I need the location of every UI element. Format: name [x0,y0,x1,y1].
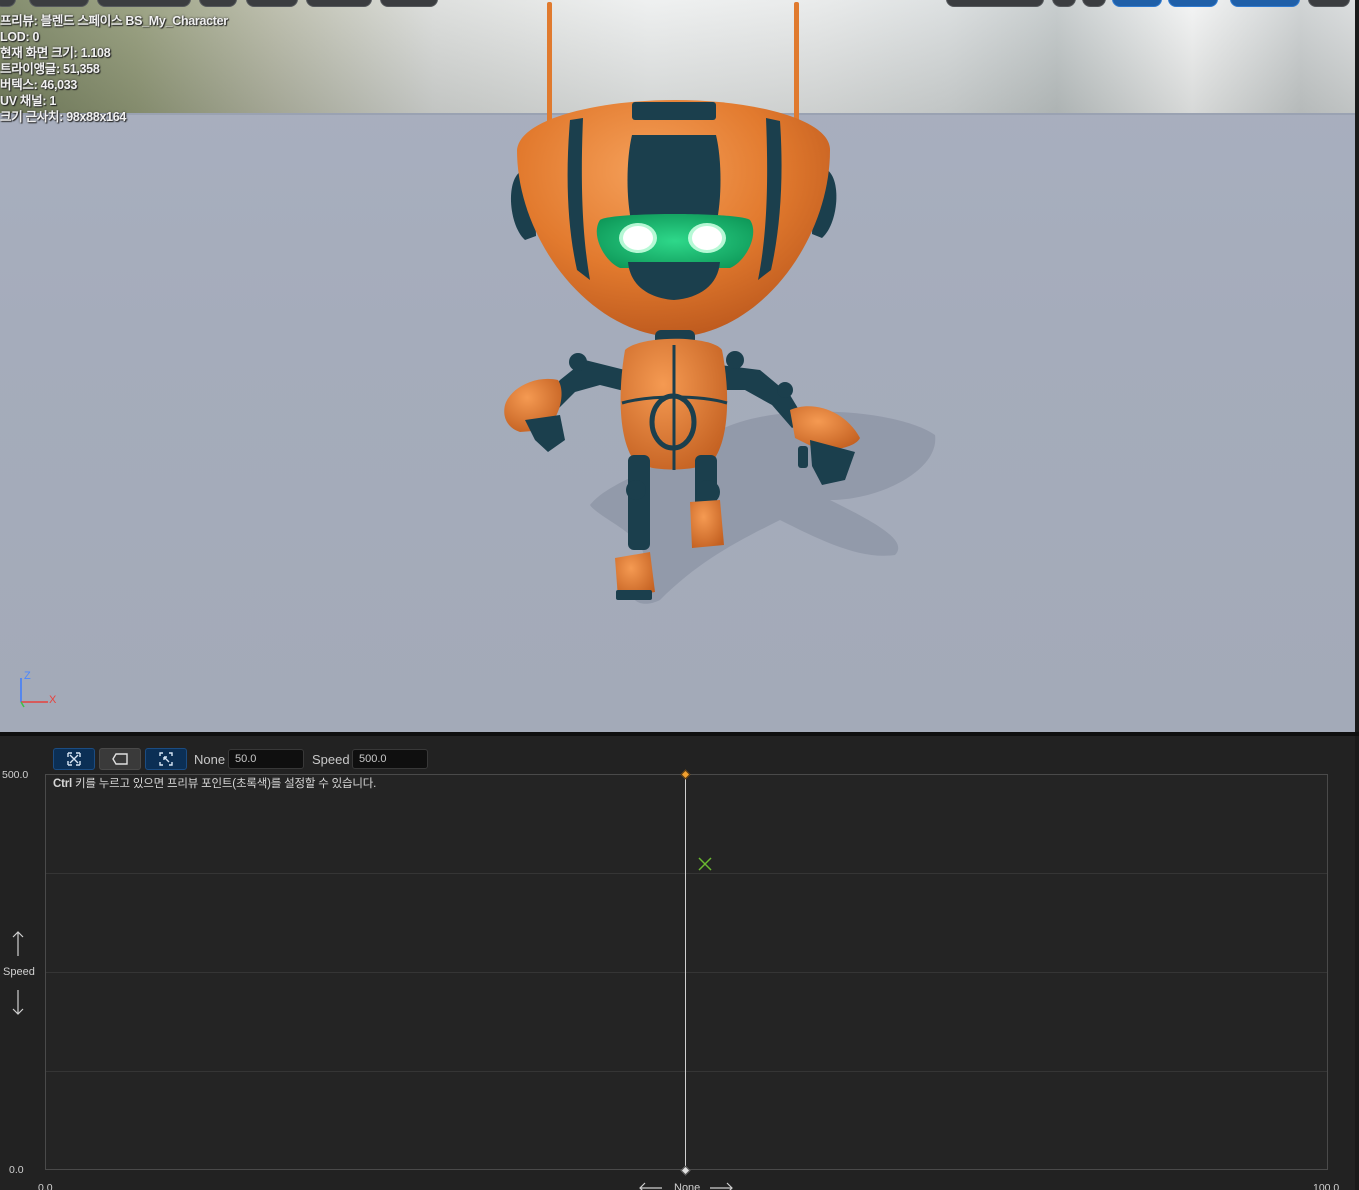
param-none-label: None [194,752,226,767]
label-icon [112,753,128,765]
stat-uv-channels: UV 채널: 1 [0,94,57,108]
preview-stats-overlay: 프리뷰: 블렌드 스페이스 BS_My_Character LOD: 0 현재 … [0,13,228,125]
stat-triangles: 트라이앵글: 51,358 [0,62,100,76]
grid-line [46,972,1327,973]
arrow-right-icon [710,1182,733,1190]
param-none-input[interactable] [228,749,304,769]
x-axis-label: None [674,1182,701,1190]
arrow-up-icon [12,931,24,956]
axis-gizmo: Z X [14,670,64,710]
select-points-button[interactable] [53,748,95,770]
axis-z-label: Z [24,670,31,682]
stat-preview-name: 프리뷰: 블렌드 스페이스 BS_My_Character [0,14,228,28]
y-axis-max: 500.0 [2,769,29,781]
y-axis-label: Speed [3,966,35,978]
preview-point-marker[interactable] [697,856,713,872]
blendspace-grid[interactable] [45,774,1328,1170]
axis-x-label: X [49,694,57,706]
arrow-left-icon [639,1182,662,1190]
sample-point-guide-line [685,774,686,1171]
stat-screen-size: 현재 화면 크기: 1.108 [0,46,111,60]
show-labels-button[interactable] [99,748,141,770]
select-points-icon [67,752,81,766]
y-axis-min: 0.0 [9,1164,24,1176]
param-speed-label: Speed [312,752,350,767]
ctrl-preview-hint: Ctrl 키를 누르고 있으면 프리뷰 포인트(초록색)를 설정할 수 있습니다… [53,775,376,791]
blendspace-editor-panel: None Speed Ctrl 키를 누르고 있으면 프리뷰 포인트(초록색)를… [0,732,1359,1190]
x-axis-max: 100.0 [1313,1182,1340,1190]
preview-viewport[interactable]: 프리뷰: 블렌드 스페이스 BS_My_Character LOD: 0 현재 … [0,0,1355,732]
arrow-down-icon [12,990,24,1015]
grid-line [46,1071,1327,1072]
grid-line [46,873,1327,874]
stat-vertices: 버텍스: 46,033 [0,78,78,92]
fit-view-icon [159,752,173,766]
stat-lod: LOD: 0 [0,30,40,44]
axis-gizmo-icon [20,678,48,708]
stat-approx-size: 크기 근사치: 98x88x164 [0,110,127,124]
hint-text: 키를 누르고 있으면 프리뷰 포인트(초록색)를 설정할 수 있습니다. [72,778,377,790]
x-axis-min: 0.0 [38,1182,53,1190]
fit-view-button[interactable] [145,748,187,770]
panel-scrollbar[interactable] [1355,736,1359,1190]
hint-key: Ctrl [53,778,73,790]
param-speed-input[interactable] [352,749,428,769]
